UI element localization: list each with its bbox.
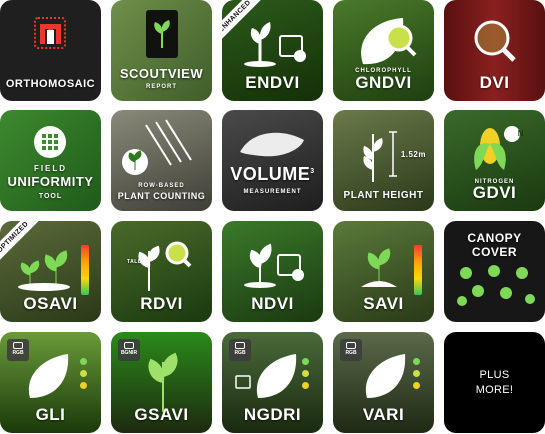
plus-label: PLUS bbox=[479, 368, 510, 381]
tile-label: PLANT HEIGHT bbox=[343, 190, 424, 201]
tile-volume[interactable]: VOLUME3 MEASUREMENT bbox=[222, 110, 323, 211]
tile-vari[interactable]: RGB VARI bbox=[333, 332, 434, 433]
index-scale-bar bbox=[81, 245, 89, 295]
camera-icon bbox=[235, 342, 245, 349]
tile-ndvi[interactable]: NDVI bbox=[222, 221, 323, 322]
tile-label: GSAVI bbox=[134, 405, 189, 424]
superscript: 3 bbox=[310, 168, 315, 175]
tall-label: TALL bbox=[127, 259, 142, 265]
status-dots bbox=[302, 358, 309, 394]
camera-icon bbox=[346, 342, 356, 349]
height-value: 1.52m bbox=[400, 150, 426, 159]
tile-label: PLANT COUNTING bbox=[117, 191, 206, 201]
tile-label: GDVI bbox=[472, 183, 517, 202]
stockpile-icon bbox=[240, 132, 304, 157]
tile-label: NDVI bbox=[251, 294, 294, 313]
tile-label: GNDVI bbox=[355, 73, 412, 92]
tile-endvi[interactable]: ENHANCED ENDVI bbox=[222, 0, 323, 101]
tile-rdvi[interactable]: TALL RDVI bbox=[111, 221, 212, 322]
tile-gndvi[interactable]: CHLOROPHYLL GNDVI bbox=[333, 0, 434, 101]
tile-label: UNIFORMITY bbox=[7, 174, 94, 189]
tile-plant-height[interactable]: 1.52m PLANT HEIGHT bbox=[333, 110, 434, 211]
tile-sublabel: REPORT bbox=[145, 84, 177, 90]
tile-scoutview[interactable]: SCOUTVIEW REPORT bbox=[111, 0, 212, 101]
index-scale-bar bbox=[414, 245, 422, 295]
tile-plant-counting[interactable]: ROW-BASED PLANT COUNTING bbox=[111, 110, 212, 211]
nitrogen-symbol: N bbox=[517, 129, 524, 138]
plus-more-text: PLUS MORE! bbox=[444, 332, 545, 433]
tile-sublabel: TOOL bbox=[38, 193, 63, 200]
tile-orthomosaic[interactable]: ORTHOMOSAIC bbox=[0, 0, 101, 101]
status-dots bbox=[413, 358, 420, 394]
tile-gli[interactable]: RGB GLI bbox=[0, 332, 101, 433]
tile-field-uniformity[interactable]: FIELD UNIFORMITY TOOL bbox=[0, 110, 101, 211]
tile-gdvi[interactable]: N NITROGEN GDVI bbox=[444, 110, 545, 211]
tile-osavi[interactable]: OPTIMIZED OSAVI bbox=[0, 221, 101, 322]
tile-label: VARI bbox=[362, 405, 405, 424]
tile-dvi[interactable]: DVI bbox=[444, 0, 545, 101]
tile-sublabel: MEASUREMENT bbox=[243, 189, 302, 195]
tile-label: VOLUME3 bbox=[230, 164, 315, 184]
tile-label: GLI bbox=[35, 405, 66, 424]
sensor-badge: RGB bbox=[229, 339, 251, 361]
sensor-badge: BGNIR bbox=[118, 339, 140, 361]
status-dots bbox=[80, 358, 87, 394]
tile-plus-more[interactable]: PLUS MORE! bbox=[444, 332, 545, 433]
tile-label: ENDVI bbox=[245, 73, 300, 92]
tile-label: OSAVI bbox=[23, 294, 78, 313]
tile-ngdri[interactable]: RGB NGDRI bbox=[222, 332, 323, 433]
tile-label: ORTHOMOSAIC bbox=[5, 78, 96, 90]
tile-label: NGDRI bbox=[243, 405, 302, 424]
tile-label: SAVI bbox=[363, 294, 404, 313]
tile-canopy-cover[interactable]: CANOPY COVER bbox=[444, 221, 545, 322]
sensor-badge: RGB bbox=[7, 339, 29, 361]
tile-label: DVI bbox=[479, 73, 510, 92]
tile-gsavi[interactable]: BGNIR GSAVI bbox=[111, 332, 212, 433]
tile-label: RDVI bbox=[140, 294, 183, 313]
tile-label-line2: COVER bbox=[471, 245, 518, 259]
tile-prelabel: ROW-BASED bbox=[138, 183, 185, 189]
tile-prelabel: FIELD bbox=[33, 164, 68, 173]
sensor-badge: RGB bbox=[340, 339, 362, 361]
tile-label: CANOPY bbox=[467, 231, 522, 245]
camera-icon bbox=[13, 342, 23, 349]
camera-icon bbox=[124, 342, 134, 349]
app-grid: ORTHOMOSAIC SCOUTVIEW REPORT ENHANCED EN… bbox=[0, 0, 545, 434]
tile-savi[interactable]: SAVI bbox=[333, 221, 434, 322]
more-label: MORE! bbox=[475, 383, 514, 396]
tile-label: SCOUTVIEW bbox=[119, 66, 204, 81]
